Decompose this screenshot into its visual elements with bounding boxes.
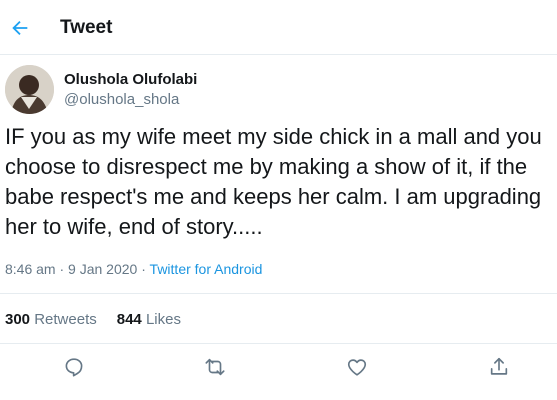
reply-icon[interactable] bbox=[63, 356, 87, 380]
like-icon[interactable] bbox=[346, 356, 370, 380]
tweet-stats: 300 Retweets 844 Likes bbox=[5, 311, 181, 328]
tweet-time[interactable]: 8:46 am bbox=[5, 261, 56, 277]
retweet-icon[interactable] bbox=[204, 356, 228, 380]
page-title: Tweet bbox=[60, 17, 113, 38]
likes-label: Likes bbox=[145, 311, 181, 328]
tweet-date[interactable]: 9 Jan 2020 bbox=[68, 261, 137, 277]
meta-separator: · bbox=[55, 261, 69, 277]
retweets-stat[interactable]: 300 Retweets bbox=[5, 311, 97, 328]
divider bbox=[0, 343, 557, 344]
page-header: Tweet bbox=[0, 0, 557, 55]
divider bbox=[0, 293, 557, 294]
tweet-source-link[interactable]: Twitter for Android bbox=[150, 261, 263, 277]
retweets-label: Retweets bbox=[34, 311, 97, 328]
share-icon[interactable] bbox=[488, 356, 512, 380]
retweets-count: 300 bbox=[5, 311, 31, 328]
avatar[interactable] bbox=[5, 65, 54, 114]
tweet-meta: 8:46 am · 9 Jan 2020 · Twitter for Andro… bbox=[5, 261, 262, 277]
meta-separator: · bbox=[137, 261, 150, 277]
author-display-name[interactable]: Olushola Olufolabi bbox=[64, 71, 197, 88]
tweet-text: IF you as my wife meet my side chick in … bbox=[5, 124, 542, 239]
back-arrow-icon[interactable] bbox=[9, 17, 31, 39]
likes-stat[interactable]: 844 Likes bbox=[117, 311, 181, 328]
author-handle[interactable]: @olushola_shola bbox=[64, 91, 179, 108]
likes-count: 844 bbox=[116, 311, 142, 328]
